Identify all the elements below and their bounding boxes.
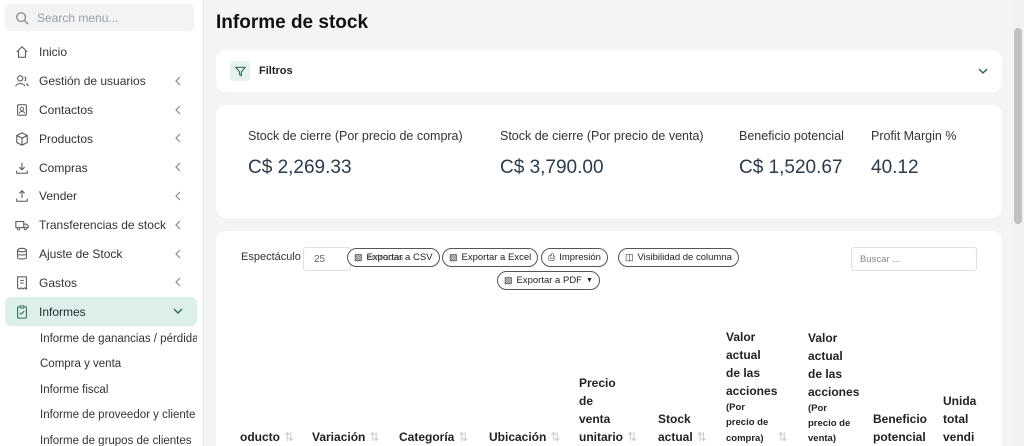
sort-icon: ⇅: [777, 430, 788, 444]
file-csv-icon: ▧: [354, 252, 363, 262]
stat-profit-margin: Profit Margin % 40.12: [871, 129, 956, 179]
chevron-left-icon: [175, 133, 181, 143]
stat-value: 40.12: [871, 157, 919, 178]
page-size-select[interactable]: 25: [303, 247, 351, 271]
sidebar-item-gastos[interactable]: Gastos: [5, 268, 197, 297]
chevron-left-icon: [175, 105, 181, 115]
entries-overlap-text: entradas: [366, 252, 404, 263]
stat-label: Stock de cierre (Por precio de venta): [500, 129, 704, 143]
stat-label: Profit Margin %: [871, 129, 957, 143]
menu-search-placeholder: Search menu...: [37, 10, 119, 25]
report-icon: [15, 305, 29, 319]
export-pdf-button[interactable]: ▧ Exportar a PDF ▼: [497, 271, 600, 290]
page-scrollbar[interactable]: [1012, 0, 1024, 446]
sidebar-item-inicio[interactable]: Inicio: [5, 38, 197, 67]
home-icon: [15, 45, 29, 59]
database-icon: [15, 247, 29, 261]
chevron-down-icon[interactable]: [978, 66, 988, 76]
truck-icon: [15, 218, 29, 232]
sidebar-subitem-proveedor-cliente[interactable]: Informe de proveedor y cliente: [5, 402, 197, 428]
chevron-left-icon: [175, 249, 181, 259]
chevron-left-icon: [175, 277, 181, 287]
sidebar-item-contactos[interactable]: Contactos: [5, 96, 197, 125]
chevron-left-icon: [175, 162, 181, 172]
box-icon: [15, 132, 29, 146]
filters-panel[interactable]: Filtros: [216, 50, 1002, 92]
print-button[interactable]: ⎙ Impresión: [541, 248, 608, 267]
table-search-input[interactable]: Buscar ...: [851, 247, 977, 271]
caret-down-icon: ▼: [585, 277, 593, 284]
stat-value: C$ 1,520.67: [739, 157, 843, 178]
chevron-left-icon: [175, 220, 181, 230]
sidebar-subitem-ganancias[interactable]: Informe de ganancias / pérdidas: [5, 326, 197, 352]
sidebar-item-informes[interactable]: Informes: [5, 297, 197, 326]
receipt-icon: [15, 276, 29, 290]
sidebar-item-label: Transferencias de stock: [39, 218, 166, 233]
sidebar-subitem-fiscal[interactable]: Informe fiscal: [5, 377, 197, 403]
export-excel-button[interactable]: ▧ Exportar a Excel: [442, 248, 539, 267]
column-visibility-button[interactable]: ◫ Visibilidad de columna: [618, 248, 739, 267]
sort-icon: ⇅: [550, 430, 561, 444]
sidebar-subitem-grupos-clientes[interactable]: Informe de grupos de clientes: [5, 428, 197, 446]
sidebar-item-ajuste[interactable]: Ajuste de Stock: [5, 240, 197, 269]
address-book-icon: [15, 103, 29, 117]
file-pdf-icon: ▧: [504, 275, 513, 285]
sidebar-menu: Inicio Gestión de usuarios Contactos Pro…: [5, 38, 197, 446]
chevron-down-icon: [173, 308, 183, 315]
sort-icon: ⇅: [696, 430, 707, 444]
print-icon: ⎙: [548, 252, 556, 262]
sidebar-item-usuarios[interactable]: Gestión de usuarios: [5, 67, 197, 96]
sidebar-item-label: Compras: [39, 160, 88, 175]
stock-summary-card: Stock de cierre (Por precio de compra) C…: [216, 105, 1002, 218]
sidebar-item-transferencias[interactable]: Transferencias de stock: [5, 211, 197, 240]
stock-table-card: Espectáculo 25 ▧ Exportar a CSV entradas…: [216, 231, 1002, 446]
upload-icon: [15, 189, 29, 203]
sidebar-item-label: Vender: [39, 189, 78, 204]
chevron-left-icon: [175, 191, 181, 201]
column-visibility-label: Visibilidad de columna: [637, 252, 732, 263]
stat-value: C$ 3,790.00: [500, 157, 604, 178]
sidebar-item-productos[interactable]: Productos: [5, 124, 197, 153]
menu-search[interactable]: Search menu...: [5, 4, 194, 31]
stat-value: C$ 2,269.33: [248, 157, 352, 178]
filters-label: Filtros: [259, 65, 293, 77]
stat-closing-stock-purchase: Stock de cierre (Por precio de compra) C…: [248, 129, 463, 179]
sidebar-item-label: Gastos: [39, 275, 78, 290]
export-excel-label: Exportar a Excel: [461, 252, 532, 263]
sort-icon: ⇅: [458, 430, 469, 444]
sidebar-item-label: Gestión de usuarios: [39, 74, 146, 89]
stat-closing-stock-sale: Stock de cierre (Por precio de venta) C$…: [500, 129, 704, 179]
export-csv-button[interactable]: ▧ Exportar a CSV entradas: [347, 248, 440, 267]
sidebar-item-vender[interactable]: Vender: [5, 182, 197, 211]
sidebar-item-label: Ajuste de Stock: [39, 246, 123, 261]
sidebar-item-label: Contactos: [39, 102, 94, 117]
sidebar-item-label: Informes: [39, 304, 86, 319]
page-size-label: Espectáculo: [241, 251, 301, 263]
file-excel-icon: ▧: [449, 252, 458, 262]
stat-potential-profit: Beneficio potencial C$ 1,520.67: [739, 129, 844, 179]
page-title: Informe de stock: [216, 12, 369, 33]
sidebar-subitem-compra-venta[interactable]: Compra y venta: [5, 351, 197, 377]
stat-label: Stock de cierre (Por precio de compra): [248, 129, 463, 143]
filter-icon: [230, 61, 250, 81]
sort-icon: ⇅: [284, 430, 295, 444]
stat-label: Beneficio potencial: [739, 129, 844, 143]
export-csv-label: Exportar a CSV entradas: [366, 252, 433, 263]
sidebar-item-label: Inicio: [39, 45, 68, 60]
users-icon: [15, 74, 29, 88]
export-pdf-label: Exportar a PDF: [516, 275, 582, 286]
print-label: Impresión: [559, 252, 601, 263]
sidebar-item-label: Productos: [39, 131, 94, 146]
sidebar: Search menu... Inicio Gestión de usuario…: [0, 0, 204, 446]
chevron-left-icon: [175, 76, 181, 86]
sort-icon: ⇅: [369, 430, 380, 444]
scrollbar-thumb[interactable]: [1014, 28, 1022, 224]
search-icon: [16, 11, 29, 25]
download-icon: [15, 161, 29, 175]
columns-icon: ◫: [625, 252, 634, 262]
sidebar-item-compras[interactable]: Compras: [5, 153, 197, 182]
sort-icon: ⇅: [627, 430, 638, 444]
